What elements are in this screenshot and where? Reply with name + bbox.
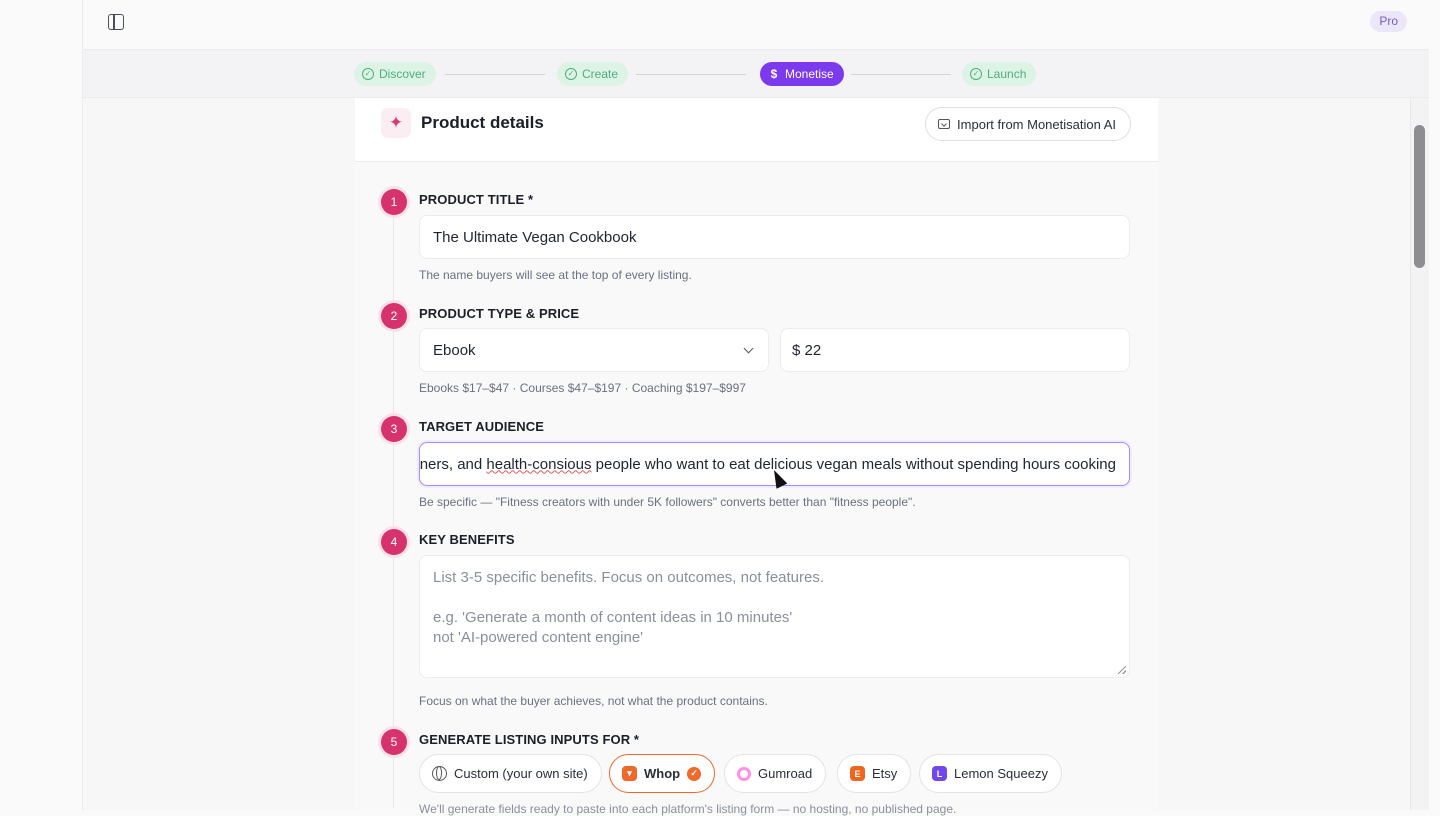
product-title-help: The name buyers will see at the top of e… [419, 268, 692, 282]
section-number-3: 3 [381, 416, 407, 442]
platform-custom[interactable]: Custom (your own site) [419, 754, 602, 793]
product-type-value: Ebook [433, 341, 476, 359]
placeholder-line: e.g. 'Generate a month of content ideas … [433, 609, 793, 626]
step-label: Create [582, 67, 619, 81]
gumroad-logo-icon [737, 766, 751, 781]
platform-label: Custom (your own site) [454, 766, 588, 781]
platforms-help: We'll generate fields ready to paste int… [419, 802, 957, 816]
chevron-down-icon [743, 343, 754, 354]
target-audience-label: TARGET AUDIENCE [419, 419, 544, 434]
step-monetise[interactable]: $ Monetise [760, 62, 844, 86]
section-number-1: 1 [381, 189, 407, 215]
check-circle-icon: ✓ [970, 68, 982, 80]
card-header: ✦ Product details Import from Monetisati… [355, 98, 1158, 162]
product-type-price-label: PRODUCT TYPE & PRICE [419, 306, 580, 321]
platform-label: Whop [644, 766, 681, 781]
sidebar-toggle-icon[interactable] [108, 14, 124, 30]
target-audience-value: eginners, and health-consious people who… [419, 455, 1116, 473]
placeholder-line: List 3-5 specific benefits. Focus on out… [433, 569, 825, 586]
card-title: Product details [421, 113, 544, 132]
step-connector [851, 74, 951, 75]
platform-whop[interactable]: ▾ Whop ✓ [609, 754, 716, 793]
section-number-4: 4 [381, 529, 407, 555]
import-from-monetisation-ai-button[interactable]: Import from Monetisation AI [925, 107, 1131, 141]
product-type-select[interactable]: Ebook [419, 328, 769, 372]
top-bar: Pro [83, 0, 1429, 50]
section-number-5: 5 [381, 729, 407, 755]
dollar-icon: $ [770, 67, 778, 81]
platform-lemon-squeezy[interactable]: L Lemon Squeezy [919, 754, 1062, 793]
key-benefits-help: Focus on what the buyer achieves, not wh… [419, 694, 768, 708]
step-connector [636, 74, 746, 75]
product-details-card: ✦ Product details Import from Monetisati… [355, 98, 1158, 816]
whop-logo-icon: ▾ [622, 766, 637, 781]
step-connector [445, 74, 545, 75]
resize-handle-icon[interactable] [1118, 666, 1126, 674]
globe-icon [432, 766, 447, 781]
import-button-label: Import from Monetisation AI [957, 116, 1116, 132]
section-number-2: 2 [381, 303, 407, 329]
import-icon [938, 119, 951, 129]
step-discover[interactable]: ✓ Discover [354, 62, 436, 86]
key-benefits-label: KEY BENEFITS [419, 532, 515, 547]
step-label: Discover [379, 67, 426, 81]
step-create[interactable]: ✓ Create [557, 62, 629, 86]
plan-badge: Pro [1370, 11, 1407, 32]
step-label: Launch [987, 67, 1027, 81]
key-benefits-textarea[interactable]: List 3-5 specific benefits. Focus on out… [419, 555, 1130, 678]
scrollbar-thumb[interactable] [1414, 125, 1425, 268]
lemon-squeezy-logo-icon: L [932, 766, 947, 781]
platform-label: Gumroad [758, 766, 813, 781]
check-circle-icon: ✓ [362, 68, 374, 80]
product-title-label: PRODUCT TITLE * [419, 192, 534, 207]
placeholder-line: not 'AI-powered content engine' [433, 629, 644, 646]
platform-label: Lemon Squeezy [954, 766, 1048, 781]
sparkle-icon: ✦ [381, 108, 411, 138]
check-icon: ✓ [687, 766, 702, 781]
product-type-price-help: Ebooks $17–$47 · Courses $47–$197 · Coac… [419, 381, 746, 395]
step-launch[interactable]: ✓ Launch [962, 62, 1037, 86]
step-label: Monetise [785, 67, 834, 81]
product-title-input[interactable]: The Ultimate Vegan Cookbook [419, 215, 1130, 259]
section-rail [393, 208, 394, 808]
check-circle-icon: ✓ [565, 68, 577, 80]
platform-gumroad[interactable]: Gumroad [724, 754, 827, 793]
platform-label: Etsy [872, 766, 898, 781]
app-window: Pro ✓ Discover ✓ Create $ Monetise ✓ Lau… [82, 0, 1429, 816]
platforms-label: GENERATE LISTING INPUTS FOR * [419, 732, 640, 747]
target-audience-help: Be specific — "Fitness creators with und… [419, 495, 916, 509]
platform-etsy[interactable]: E Etsy [837, 754, 912, 793]
etsy-logo-icon: E [850, 766, 865, 781]
workflow-stepper: ✓ Discover ✓ Create $ Monetise ✓ Launch [83, 50, 1429, 98]
price-input[interactable]: $ 22 [780, 328, 1130, 372]
